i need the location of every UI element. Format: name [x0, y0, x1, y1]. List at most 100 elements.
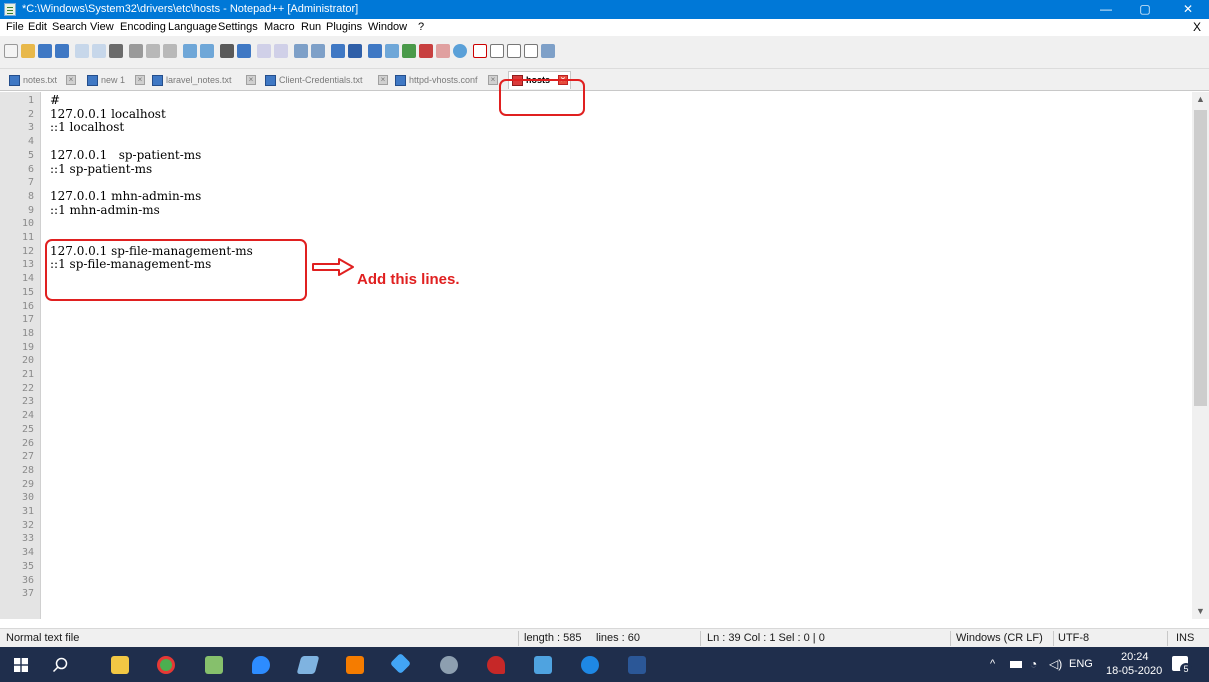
paste-icon[interactable] — [163, 44, 177, 58]
length-label: length : 585 — [524, 632, 582, 644]
folder-workspace-icon[interactable] — [436, 44, 450, 58]
windows-start-icon[interactable] — [14, 658, 28, 672]
save-all-icon[interactable] — [55, 44, 69, 58]
close-tab-icon[interactable]: × — [135, 75, 145, 85]
zoom-out-icon[interactable] — [274, 44, 288, 58]
close-tab-icon[interactable]: × — [378, 75, 388, 85]
tab-httpd-vhosts[interactable]: httpd-vhosts.conf × — [395, 72, 501, 90]
code-line[interactable]: ::1 sp-patient-ms — [50, 162, 152, 177]
close-tab-icon[interactable]: × — [66, 75, 76, 85]
photos-icon[interactable] — [534, 656, 552, 674]
scrollbar-thumb[interactable] — [1194, 110, 1207, 406]
run-macro-multiple-icon[interactable] — [524, 44, 538, 58]
tab-new-1[interactable]: new 1 × — [87, 72, 150, 90]
clock-time[interactable]: 20:24 — [1121, 651, 1149, 663]
code-line[interactable]: # — [50, 93, 60, 108]
copy-icon[interactable] — [146, 44, 160, 58]
minimize-button[interactable]: — — [1089, 0, 1123, 19]
undo-icon[interactable] — [183, 44, 197, 58]
play-macro-icon[interactable] — [507, 44, 521, 58]
volume-icon[interactable]: ◁) — [1049, 657, 1062, 671]
tray-expand-icon[interactable]: ^ — [990, 658, 995, 670]
unsaved-file-icon — [395, 75, 406, 86]
code-line[interactable]: 127.0.0.1 localhost — [50, 107, 166, 122]
tab-client-credentials[interactable]: Client-Credentials.txt × — [265, 72, 393, 90]
edge-icon[interactable] — [581, 656, 599, 674]
menu-macro[interactable]: Macro — [264, 21, 295, 33]
function-list-icon[interactable] — [419, 44, 433, 58]
notepad-plus-plus-icon[interactable] — [205, 656, 223, 674]
menu-encoding[interactable]: Encoding — [120, 21, 166, 33]
document-map-icon[interactable] — [402, 44, 416, 58]
word-icon[interactable] — [628, 656, 646, 674]
show-all-characters-icon[interactable] — [348, 44, 362, 58]
notepad-app-icon[interactable] — [4, 3, 16, 16]
code-line[interactable]: 127.0.0.1 mhn-admin-ms — [50, 189, 201, 204]
close-all-icon[interactable] — [92, 44, 106, 58]
open-file-icon[interactable] — [21, 44, 35, 58]
sync-vertical-icon[interactable] — [294, 44, 308, 58]
language-indicator[interactable]: ENG — [1069, 658, 1093, 670]
insert-mode-label[interactable]: INS — [1176, 632, 1194, 644]
clock-date[interactable]: 18-05-2020 — [1106, 665, 1162, 677]
tab-label: Client-Credentials.txt — [279, 75, 363, 85]
snipping-tool-icon[interactable] — [487, 656, 505, 674]
paint-icon[interactable] — [440, 656, 458, 674]
redo-icon[interactable] — [200, 44, 214, 58]
tab-laravel-notes[interactable]: laravel_notes.txt × — [152, 72, 260, 90]
new-file-icon[interactable] — [4, 44, 18, 58]
menu-edit[interactable]: Edit — [28, 21, 47, 33]
stop-macro-icon[interactable] — [490, 44, 504, 58]
cut-icon[interactable] — [129, 44, 143, 58]
menu-view[interactable]: View — [90, 21, 114, 33]
vscode-icon[interactable] — [389, 652, 412, 675]
chrome-icon[interactable] — [157, 656, 175, 674]
menu-language[interactable]: Language — [168, 21, 217, 33]
menu-window[interactable]: Window — [368, 21, 407, 33]
zoom-in-icon[interactable] — [257, 44, 271, 58]
code-line[interactable]: ::1 localhost — [50, 121, 124, 135]
menu-search[interactable]: Search — [52, 21, 87, 33]
record-macro-icon[interactable] — [473, 44, 487, 58]
scroll-down-arrow-icon[interactable]: ▼ — [1192, 604, 1209, 619]
replace-icon[interactable] — [237, 44, 251, 58]
maps-icon[interactable] — [252, 656, 270, 674]
menu-plugins[interactable]: Plugins — [326, 21, 362, 33]
save-icon[interactable] — [38, 44, 52, 58]
file-explorer-icon[interactable] — [111, 656, 129, 674]
vertical-scrollbar[interactable]: ▲ ▼ — [1192, 92, 1209, 619]
title-bar[interactable]: *C:\Windows\System32\drivers\etc\hosts -… — [0, 0, 1209, 19]
code-line[interactable]: 127.0.0.1 sp-patient-ms — [50, 148, 201, 163]
save-macro-icon[interactable] — [541, 44, 555, 58]
editor-area[interactable]: 1 2 3 4 5 6 7 8 9 10 11 12 13 14 15 16 17 18 19 20 21 22 23 24 2… — [0, 92, 1209, 619]
monitoring-icon[interactable] — [453, 44, 467, 58]
editor-app-icon[interactable] — [296, 656, 320, 674]
menu-file[interactable]: File — [6, 21, 24, 33]
menu-run[interactable]: Run — [301, 21, 321, 33]
code-line[interactable]: ::1 mhn-admin-ms — [50, 203, 160, 218]
battery-icon[interactable] — [1010, 661, 1022, 668]
user-language-icon[interactable] — [385, 44, 399, 58]
wifi-icon[interactable]: ◔ — [1030, 657, 1037, 671]
xampp-icon[interactable] — [346, 656, 364, 674]
menu-settings[interactable]: Settings — [218, 21, 258, 33]
word-wrap-icon[interactable] — [331, 44, 345, 58]
line-number: 32 — [21, 519, 34, 531]
menu-help[interactable]: ? — [418, 21, 424, 33]
print-icon[interactable] — [109, 44, 123, 58]
encoding-label[interactable]: UTF-8 — [1058, 632, 1089, 644]
scroll-up-arrow-icon[interactable]: ▲ — [1192, 92, 1209, 107]
close-tab-icon[interactable]: × — [246, 75, 256, 85]
close-document-button[interactable]: X — [1193, 20, 1201, 34]
eol-format-label[interactable]: Windows (CR LF) — [956, 632, 1043, 644]
close-file-icon[interactable] — [75, 44, 89, 58]
tab-notes[interactable]: notes.txt × — [9, 72, 83, 90]
line-number: 16 — [21, 300, 34, 312]
maximize-button[interactable]: ▢ — [1128, 0, 1162, 19]
indent-guide-icon[interactable] — [368, 44, 382, 58]
search-icon[interactable] — [52, 657, 68, 673]
find-icon[interactable] — [220, 44, 234, 58]
close-button[interactable]: ✕ — [1171, 0, 1205, 19]
sync-horizontal-icon[interactable] — [311, 44, 325, 58]
close-tab-icon[interactable]: × — [488, 75, 498, 85]
